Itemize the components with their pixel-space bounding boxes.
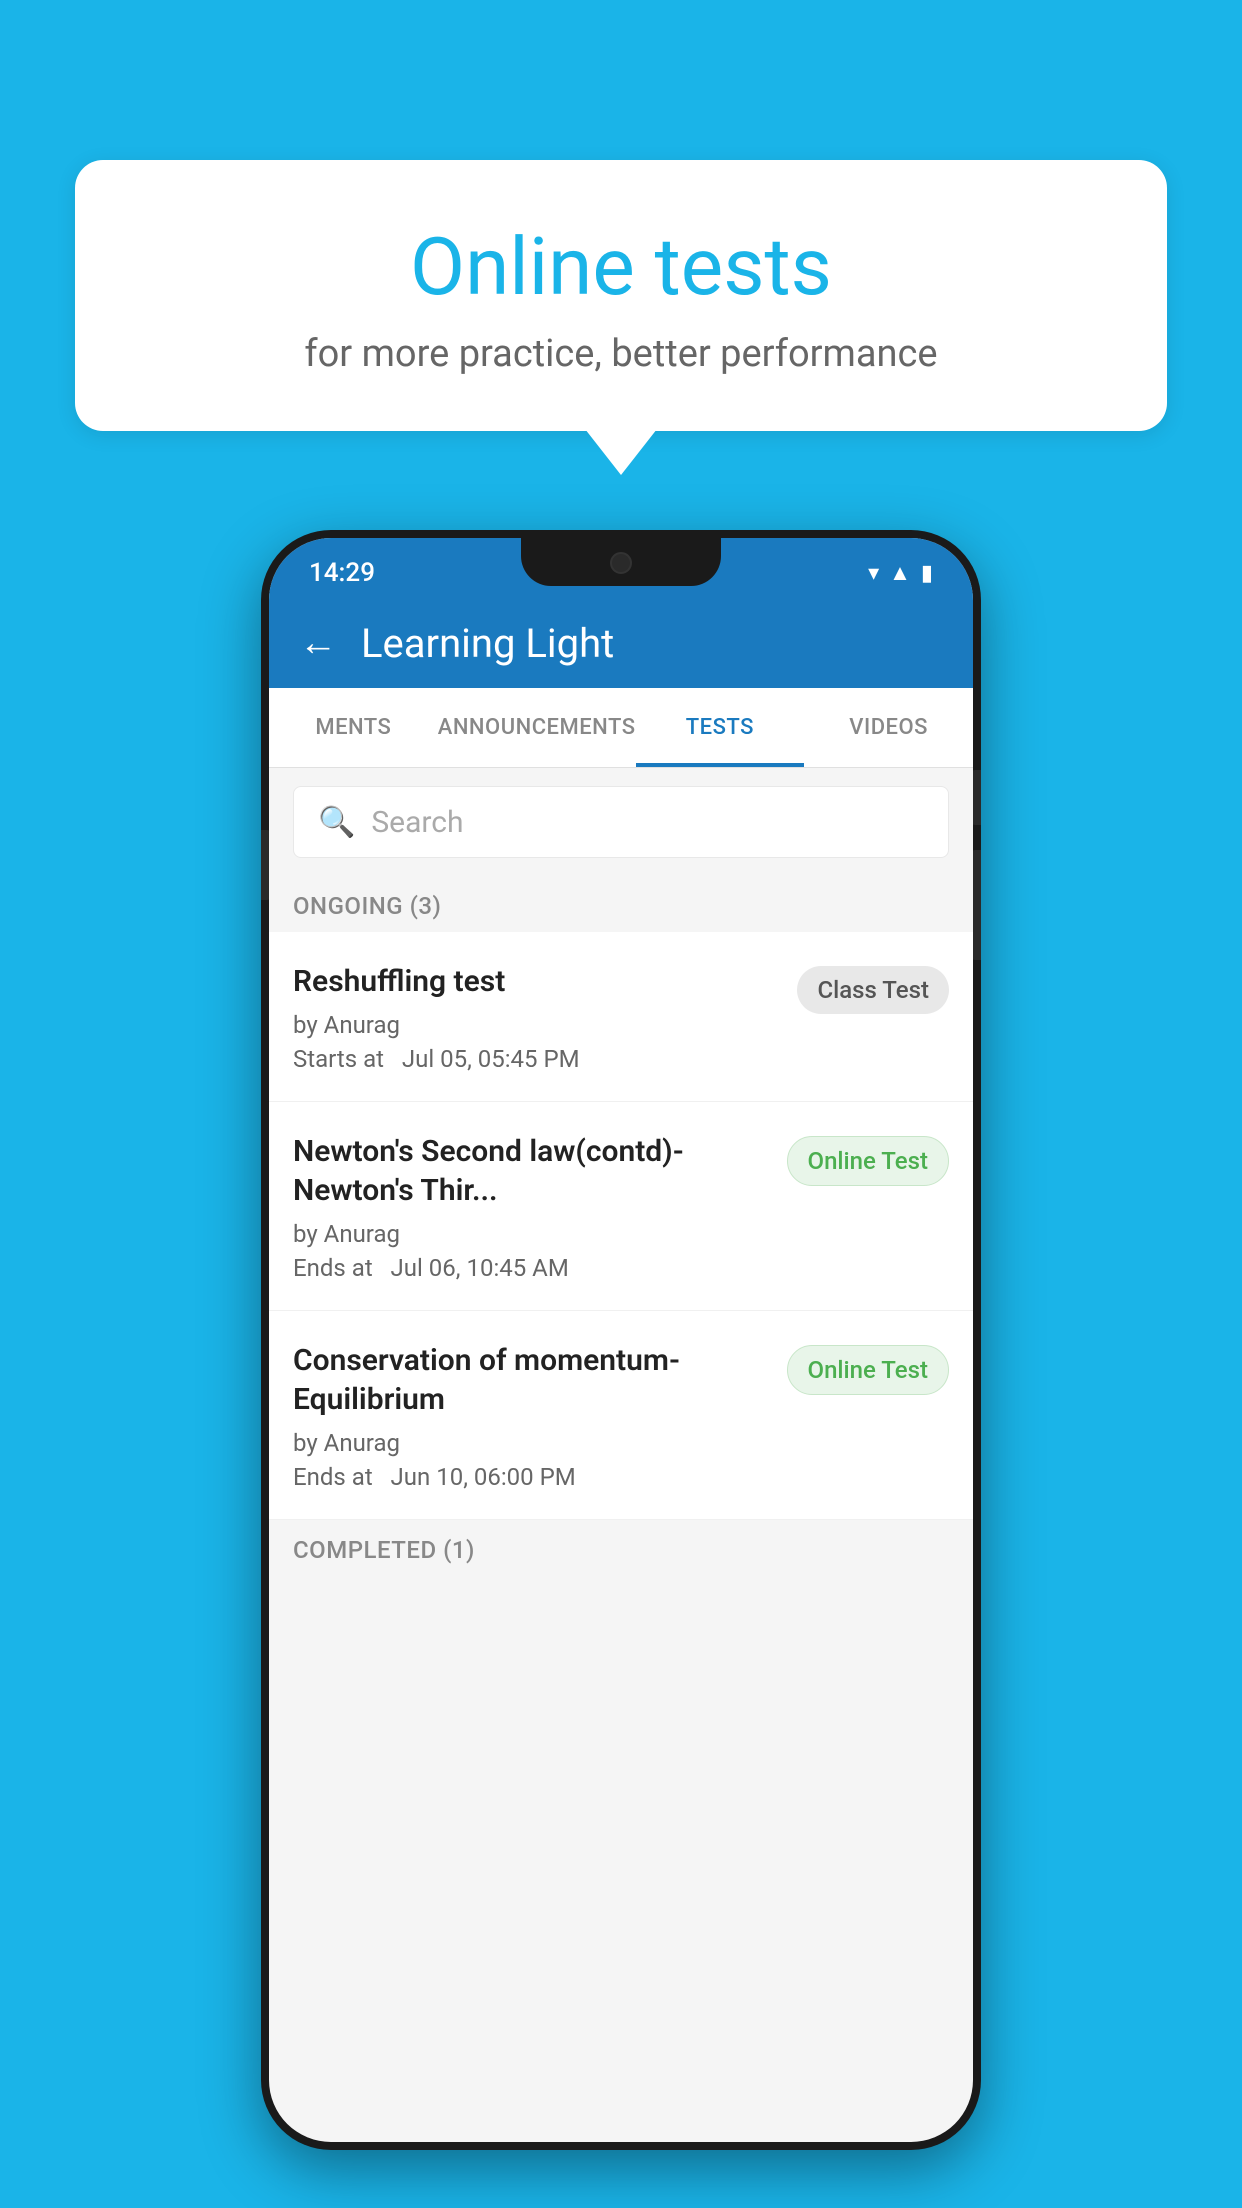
- test-time-newton: Ends at Jul 06, 10:45 AM: [293, 1254, 771, 1282]
- search-bar[interactable]: 🔍 Search: [293, 786, 949, 858]
- test-name-reshuffling: Reshuffling test: [293, 962, 781, 1001]
- status-time: 14:29: [309, 558, 375, 588]
- phone-screen: 14:29 ▾ ▲ ▮ ← Learning Light MENTS ANNOU…: [269, 538, 973, 2142]
- search-icon: 🔍: [318, 805, 355, 840]
- search-container: 🔍 Search: [269, 768, 973, 876]
- bubble-subtitle: for more practice, better performance: [125, 332, 1117, 376]
- bubble-title: Online tests: [125, 220, 1117, 314]
- test-info-reshuffling: Reshuffling test by Anurag Starts at Jul…: [293, 962, 797, 1073]
- app-header: ← Learning Light: [269, 598, 973, 688]
- test-author-newton: by Anurag: [293, 1220, 771, 1248]
- completed-section-label: COMPLETED (1): [269, 1520, 973, 1576]
- wifi-icon: ▾: [868, 561, 879, 586]
- test-badge-conservation: Online Test: [787, 1345, 949, 1395]
- test-list: Reshuffling test by Anurag Starts at Jul…: [269, 932, 973, 1520]
- test-item-reshuffling[interactable]: Reshuffling test by Anurag Starts at Jul…: [269, 932, 973, 1102]
- test-author-conservation: by Anurag: [293, 1429, 771, 1457]
- test-info-conservation: Conservation of momentum-Equilibrium by …: [293, 1341, 787, 1491]
- app-title: Learning Light: [361, 620, 614, 667]
- test-author-reshuffling: by Anurag: [293, 1011, 781, 1039]
- test-info-newton: Newton's Second law(contd)-Newton's Thir…: [293, 1132, 787, 1282]
- status-icons: ▾ ▲ ▮: [868, 560, 933, 586]
- speech-bubble: Online tests for more practice, better p…: [75, 160, 1167, 431]
- test-item-newton[interactable]: Newton's Second law(contd)-Newton's Thir…: [269, 1102, 973, 1311]
- tab-videos[interactable]: VIDEOS: [804, 688, 973, 767]
- notch: [521, 538, 721, 586]
- test-name-conservation: Conservation of momentum-Equilibrium: [293, 1341, 771, 1419]
- ongoing-section-label: ONGOING (3): [269, 876, 973, 932]
- search-input-placeholder[interactable]: Search: [371, 805, 463, 840]
- test-name-newton: Newton's Second law(contd)-Newton's Thir…: [293, 1132, 771, 1210]
- back-button[interactable]: ←: [299, 621, 337, 665]
- tab-tests[interactable]: TESTS: [636, 688, 805, 767]
- tab-announcements[interactable]: ANNOUNCEMENTS: [438, 688, 636, 767]
- test-badge-newton: Online Test: [787, 1136, 949, 1186]
- test-badge-reshuffling: Class Test: [797, 966, 949, 1014]
- test-item-conservation[interactable]: Conservation of momentum-Equilibrium by …: [269, 1311, 973, 1520]
- phone-frame: 14:29 ▾ ▲ ▮ ← Learning Light MENTS ANNOU…: [261, 530, 981, 2150]
- test-time-reshuffling: Starts at Jul 05, 05:45 PM: [293, 1045, 781, 1073]
- test-time-conservation: Ends at Jun 10, 06:00 PM: [293, 1463, 771, 1491]
- front-camera: [610, 552, 632, 574]
- tab-ments[interactable]: MENTS: [269, 688, 438, 767]
- battery-icon: ▮: [921, 561, 933, 586]
- tabs-bar: MENTS ANNOUNCEMENTS TESTS VIDEOS: [269, 688, 973, 768]
- signal-icon: ▲: [889, 560, 911, 586]
